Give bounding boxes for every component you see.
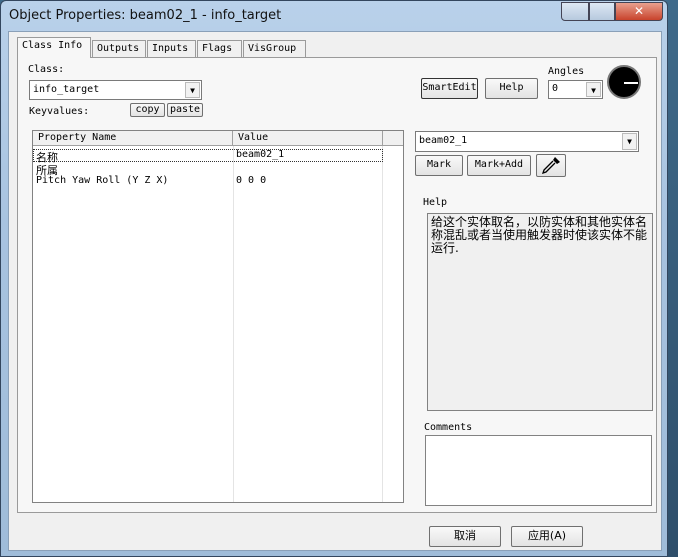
keyvalues-label: Keyvalues: [29,106,90,117]
smartedit-button[interactable]: SmartEdit [421,78,478,99]
maximize-button[interactable] [589,2,615,21]
column-divider [382,146,383,502]
mark-add-button[interactable]: Mark+Add [467,155,531,176]
help-group-label: Help [423,197,448,208]
column-divider [233,146,234,502]
chevron-down-icon[interactable]: ▼ [622,133,637,150]
angles-label: Angles [548,66,585,77]
dialog-client: Class Info Outputs Inputs Flags VisGroup… [8,31,662,551]
tab-visgroup[interactable]: VisGroup [243,40,306,57]
paste-button[interactable]: paste [167,103,203,117]
help-button[interactable]: Help [485,78,538,99]
copy-button[interactable]: copy [130,103,165,117]
table-row[interactable]: 所属 [33,162,383,177]
angle-dial[interactable] [607,65,641,99]
minimize-button[interactable] [561,2,589,21]
help-text: 给这个实体取名，以防实体和其他实体名称混乱或者当使用触发器时使该实体不能运行. [427,213,653,411]
column-header-filler [383,131,403,146]
property-value: beam02_1 [236,149,285,160]
angles-value: 0 [552,83,559,94]
mark-button[interactable]: Mark [415,155,463,176]
eyedropper-button[interactable] [536,154,566,177]
angle-dial-indicator [624,82,638,84]
property-name: Pitch Yaw Roll (Y Z X) [36,175,169,186]
property-value: 0 0 0 [236,175,267,186]
keyvalues-list[interactable]: Property Name Value 名称 beam02_1 所属 Pitch… [32,130,404,503]
tab-class-info[interactable]: Class Info [17,37,91,58]
close-button[interactable]: ✕ [615,2,663,21]
column-header-value[interactable]: Value [233,131,383,146]
eyedropper-icon [541,157,560,175]
object-properties-window: Object Properties: beam02_1 - info_targe… [0,0,668,557]
tab-inputs[interactable]: Inputs [147,40,196,57]
class-value: info_target [33,84,100,95]
class-combobox[interactable]: info_target ▼ [29,80,202,100]
apply-button[interactable]: 应用(A) [511,526,583,547]
angles-combobox[interactable]: 0 ▼ [548,80,603,99]
class-label: Class: [28,64,65,75]
chevron-down-icon[interactable]: ▼ [586,82,601,97]
title-bar[interactable]: Object Properties: beam02_1 - info_targe… [1,1,667,31]
tab-flags[interactable]: Flags [197,40,242,57]
table-row[interactable]: Pitch Yaw Roll (Y Z X) 0 0 0 [33,175,383,188]
window-title: Object Properties: beam02_1 - info_targe… [9,8,282,23]
cancel-button[interactable]: 取消 [429,526,501,547]
value-editor-value: beam02_1 [419,135,468,146]
comments-label: Comments [424,422,473,433]
help-group: Help 给这个实体取名，以防实体和其他实体名称混乱或者当使用触发器时使该实体不… [419,197,653,417]
close-icon: ✕ [633,4,645,18]
column-header-property-name[interactable]: Property Name [33,131,233,146]
table-row[interactable]: 名称 beam02_1 [33,149,383,164]
comments-textarea[interactable] [425,435,652,506]
tab-outputs[interactable]: Outputs [92,40,146,57]
value-combobox[interactable]: beam02_1 ▼ [415,131,639,152]
chevron-down-icon[interactable]: ▼ [185,82,200,98]
